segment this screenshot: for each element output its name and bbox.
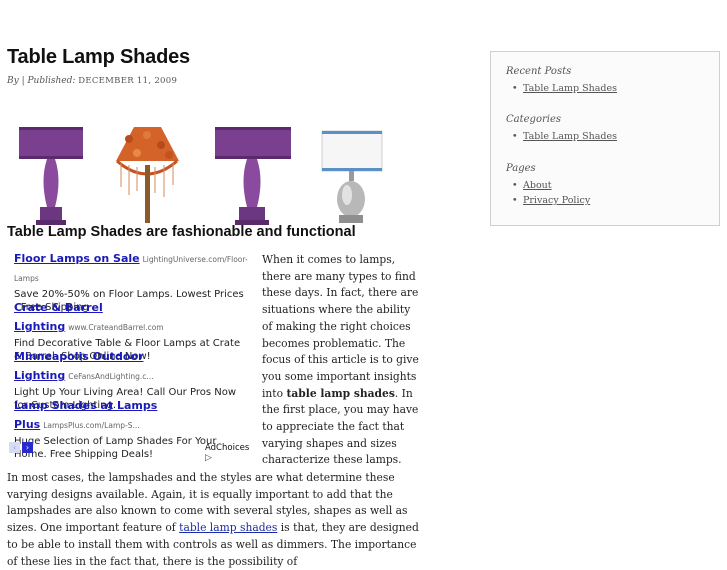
meta-date: DECEMBER 11, 2009 (78, 76, 178, 86)
sidebar: Recent Posts Table Lamp Shades Categorie… (490, 51, 720, 226)
list-item: Table Lamp Shades (506, 81, 617, 96)
post-title[interactable]: Table Lamp Shades (7, 46, 190, 69)
adchoices-link[interactable]: AdChoices ▷ (205, 443, 258, 463)
recent-post-link[interactable]: Table Lamp Shades (523, 83, 617, 94)
ad-url[interactable]: LampsPlus.com/Lamp-S... (43, 421, 139, 430)
recent-posts-title: Recent Posts (506, 66, 572, 77)
pages-list: About Privacy Policy (506, 178, 590, 208)
list-item: Privacy Policy (506, 193, 590, 208)
meta-by: By (7, 76, 19, 86)
chevron-left-icon[interactable]: ‹ (9, 442, 20, 453)
ad-pager: ‹ › (9, 442, 33, 453)
recent-posts-list: Table Lamp Shades (506, 81, 617, 96)
ad-block: Floor Lamps on Sale LightingUniverse.com/… (8, 243, 258, 463)
adchoices-label[interactable]: AdChoices (205, 443, 249, 453)
intro-paragraph: When it comes to lamps, there are many t… (262, 252, 420, 469)
post-meta: By | Published: DECEMBER 11, 2009 (7, 76, 177, 86)
ad-title[interactable]: Floor Lamps on Sale (14, 252, 140, 265)
ad-url[interactable]: CeFansAndLighting.c... (68, 372, 153, 381)
meta-published: Published: (27, 76, 76, 86)
adchoices-icon[interactable]: ▷ (205, 453, 212, 463)
lamp-shades-photo (9, 125, 399, 225)
body-paragraph: In most cases, the lampshades and the st… (7, 470, 421, 570)
ad-url[interactable]: www.CrateandBarrel.com (68, 323, 163, 332)
page-link-privacy-policy[interactable]: Privacy Policy (523, 195, 590, 206)
list-item: Table Lamp Shades (506, 129, 617, 144)
list-item: About (506, 178, 590, 193)
post-subheading: Table Lamp Shades are fashionable and fu… (7, 224, 356, 240)
categories-list: Table Lamp Shades (506, 129, 617, 144)
chevron-right-icon[interactable]: › (22, 442, 33, 453)
page-link-about[interactable]: About (523, 180, 552, 191)
category-link[interactable]: Table Lamp Shades (523, 131, 617, 142)
intro-text-1: When it comes to lamps, there are many t… (262, 253, 419, 400)
table-lamp-shades-link[interactable]: table lamp shades (179, 521, 277, 534)
categories-title: Categories (506, 114, 561, 125)
pages-title: Pages (506, 163, 536, 174)
intro-bold-keyword: table lamp shades (286, 386, 395, 400)
